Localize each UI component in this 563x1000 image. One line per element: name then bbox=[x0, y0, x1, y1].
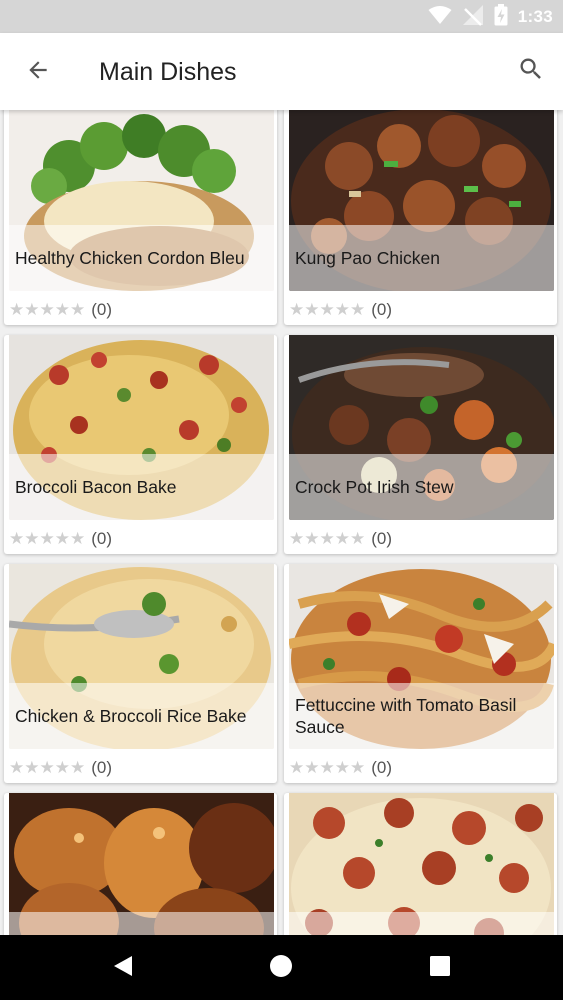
recipe-caption: Kung Pao Chicken bbox=[289, 225, 554, 291]
recipe-rating: ★★★★★ (0) bbox=[9, 298, 112, 322]
recents-square-icon bbox=[429, 955, 451, 982]
recipe-rating: ★★★★★ (0) bbox=[289, 527, 392, 551]
back-triangle-icon bbox=[112, 954, 134, 983]
search-button[interactable] bbox=[513, 53, 549, 89]
recipe-rating: ★★★★★ (0) bbox=[9, 756, 112, 780]
home-circle-icon bbox=[269, 954, 293, 983]
recipe-image: Chicken & Broccoli Rice Bake bbox=[9, 564, 274, 749]
recipe-image bbox=[289, 793, 554, 935]
recipe-rating: ★★★★★ (0) bbox=[289, 298, 392, 322]
recipe-title: Chicken & Broccoli Rice Bake bbox=[15, 706, 247, 726]
recipe-caption: Broccoli Bacon Bake bbox=[9, 454, 274, 520]
rating-count: (0) bbox=[91, 529, 112, 548]
recipe-title: Healthy Chicken Cordon Bleu bbox=[15, 248, 245, 268]
rating-stars: ★★★★★ bbox=[9, 300, 86, 319]
recipe-image: Fettuccine with Tomato Basil Sauce bbox=[289, 564, 554, 749]
recipe-rating: ★★★★★ (0) bbox=[289, 756, 392, 780]
recipe-image: Crock Pot Irish Stew bbox=[289, 335, 554, 520]
recipe-title: Broccoli Bacon Bake bbox=[15, 477, 177, 497]
no-signal-icon bbox=[462, 4, 484, 31]
recipe-card[interactable]: Broccoli Bacon Bake ★★★★★ (0) bbox=[4, 335, 277, 554]
rating-stars: ★★★★★ bbox=[289, 300, 366, 319]
system-nav-bar bbox=[0, 935, 563, 1000]
nav-recents-button[interactable] bbox=[425, 953, 455, 983]
wifi-icon bbox=[428, 5, 452, 30]
rating-stars: ★★★★★ bbox=[289, 758, 366, 777]
recipe-title: Crock Pot Irish Stew bbox=[295, 477, 454, 497]
arrow-left-icon bbox=[25, 57, 51, 88]
recipe-card[interactable]: Crock Pot Irish Stew ★★★★★ (0) bbox=[284, 335, 557, 554]
rating-count: (0) bbox=[371, 529, 392, 548]
rating-stars: ★★★★★ bbox=[9, 758, 86, 777]
recipe-card[interactable] bbox=[284, 793, 557, 935]
recipe-card[interactable]: Chicken & Broccoli Rice Bake ★★★★★ (0) bbox=[4, 564, 277, 783]
recipe-image: Healthy Chicken Cordon Bleu bbox=[9, 110, 274, 291]
recipe-image: Kung Pao Chicken bbox=[289, 110, 554, 291]
recipe-caption bbox=[9, 912, 274, 935]
status-icons: 1:33 bbox=[428, 3, 553, 31]
recipe-card[interactable]: Kung Pao Chicken ★★★★★ (0) bbox=[284, 110, 557, 325]
recipe-caption: Crock Pot Irish Stew bbox=[289, 454, 554, 520]
recipe-caption: Chicken & Broccoli Rice Bake bbox=[9, 683, 274, 749]
status-bar: 1:33 bbox=[0, 0, 563, 33]
back-button[interactable] bbox=[20, 55, 56, 89]
recipe-caption: Healthy Chicken Cordon Bleu bbox=[9, 225, 274, 291]
search-icon bbox=[517, 55, 545, 88]
recipe-card[interactable]: Healthy Chicken Cordon Bleu ★★★★★ (0) bbox=[4, 110, 277, 325]
recipe-image: Broccoli Bacon Bake bbox=[9, 335, 274, 520]
recipe-title: Kung Pao Chicken bbox=[295, 248, 440, 268]
recipe-card[interactable]: Fettuccine with Tomato Basil Sauce ★★★★★… bbox=[284, 564, 557, 783]
recipe-image bbox=[9, 793, 274, 935]
rating-count: (0) bbox=[91, 300, 112, 319]
recipe-caption bbox=[289, 912, 554, 935]
recipe-card[interactable] bbox=[4, 793, 277, 935]
rating-stars: ★★★★★ bbox=[289, 529, 366, 548]
app-bar: Main Dishes bbox=[0, 33, 563, 110]
rating-count: (0) bbox=[91, 758, 112, 777]
recipe-caption: Fettuccine with Tomato Basil Sauce bbox=[289, 683, 554, 749]
status-time: 1:33 bbox=[517, 7, 553, 26]
rating-stars: ★★★★★ bbox=[9, 529, 86, 548]
rating-count: (0) bbox=[371, 758, 392, 777]
rating-count: (0) bbox=[371, 300, 392, 319]
nav-back-button[interactable] bbox=[108, 953, 138, 983]
recipe-rating: ★★★★★ (0) bbox=[9, 527, 112, 551]
recipe-title: Fettuccine with Tomato Basil Sauce bbox=[295, 695, 517, 737]
page-title: Main Dishes bbox=[99, 58, 237, 86]
recipe-grid[interactable]: Healthy Chicken Cordon Bleu ★★★★★ (0) Ku… bbox=[0, 110, 563, 935]
battery-charging-icon bbox=[494, 3, 508, 31]
nav-home-button[interactable] bbox=[266, 953, 296, 983]
